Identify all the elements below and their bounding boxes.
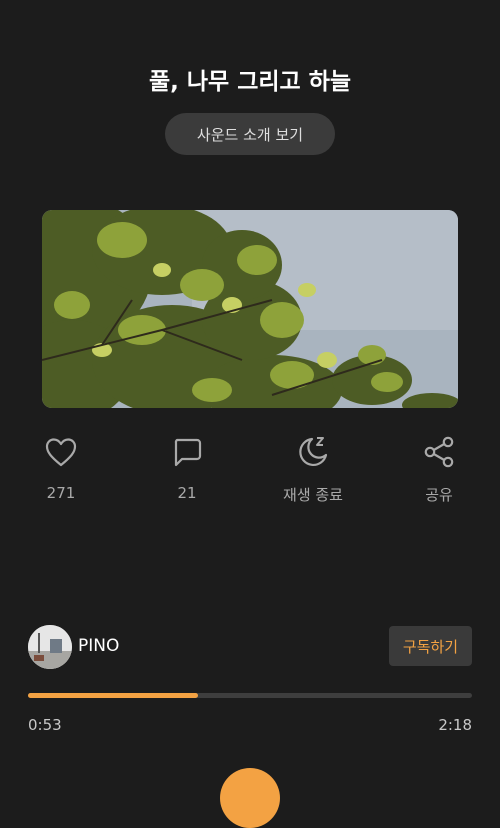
like-count: 271 <box>46 484 76 502</box>
sound-intro-button[interactable]: 사운드 소개 보기 <box>165 113 335 155</box>
subscribe-button[interactable]: 구독하기 <box>389 626 472 666</box>
heart-icon <box>43 434 79 474</box>
progress-bar[interactable] <box>28 693 472 698</box>
share-icon <box>421 434 457 474</box>
share-label: 공유 <box>425 486 453 504</box>
artist-name[interactable]: PINO <box>78 636 119 656</box>
sleep-timer-label: 재생 종료 <box>283 486 343 504</box>
track-title: 풀, 나무 그리고 하늘 <box>148 69 352 95</box>
progress-fill <box>28 693 199 698</box>
sleep-timer-button[interactable]: 재생 종료 <box>263 434 363 504</box>
comment-button[interactable]: 21 <box>137 434 237 504</box>
artist-row: PINO 구독하기 <box>28 625 472 669</box>
action-bar: 271 21 재생 종료 공유 <box>0 434 500 504</box>
total-time: 2:18 <box>438 716 472 734</box>
like-button[interactable]: 271 <box>11 434 111 504</box>
comment-count: 21 <box>177 484 197 502</box>
cover-image <box>42 210 458 408</box>
share-button[interactable]: 공유 <box>389 434 489 504</box>
avatar[interactable] <box>28 625 72 669</box>
moon-zzz-icon <box>295 434 331 474</box>
current-time: 0:53 <box>28 716 62 734</box>
comment-icon <box>169 434 205 474</box>
play-button[interactable] <box>220 768 280 828</box>
